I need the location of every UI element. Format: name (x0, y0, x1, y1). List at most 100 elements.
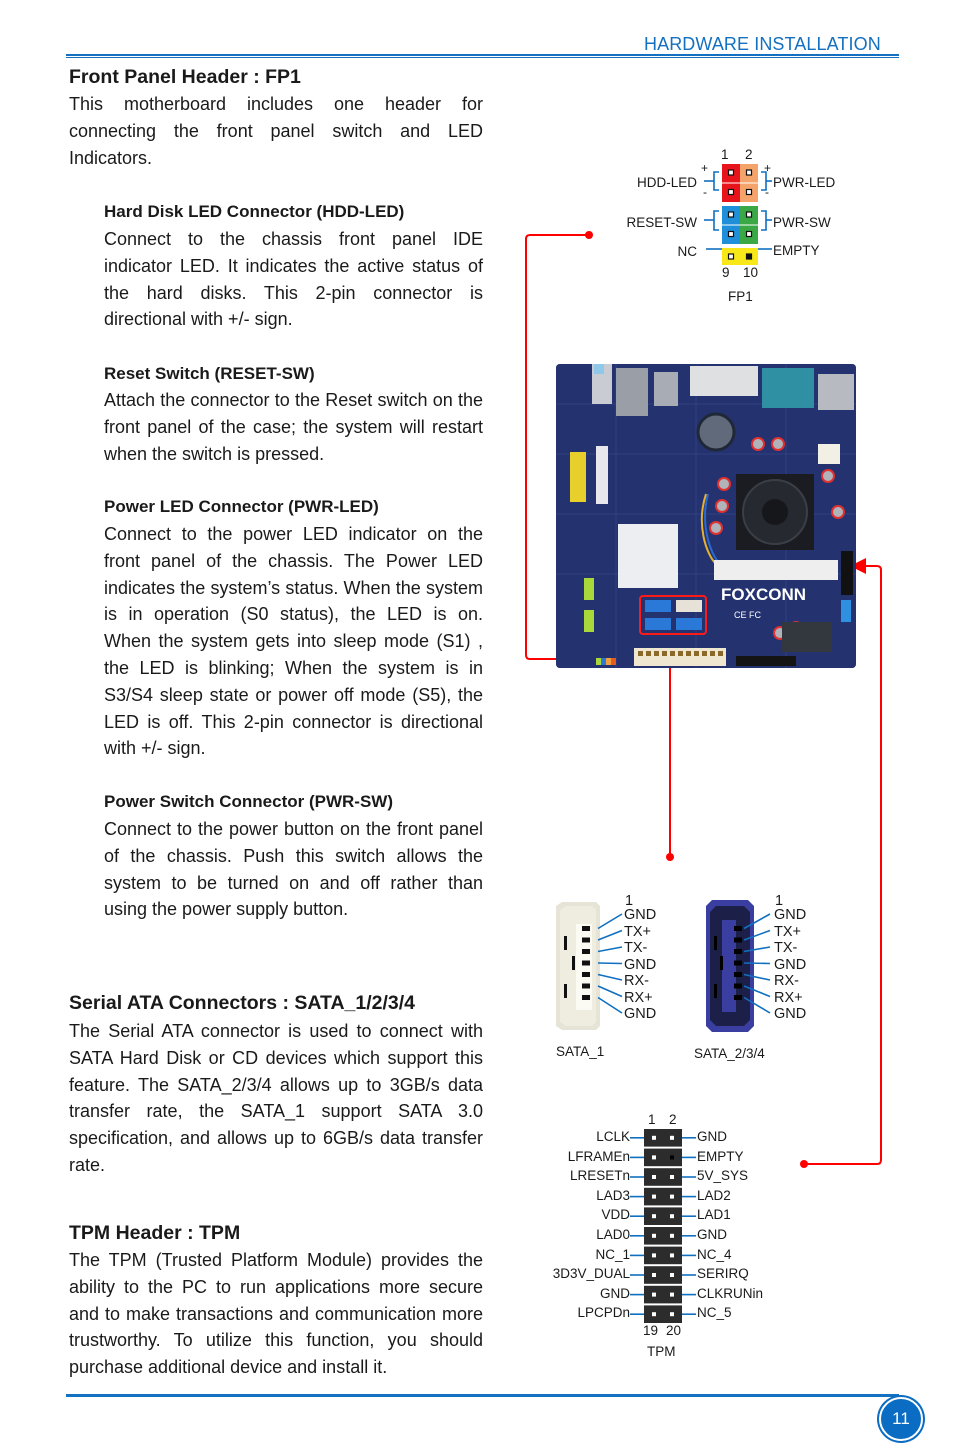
tpm-pin-row (644, 1227, 682, 1245)
tpm-right-pin-label: LAD1 (697, 1207, 731, 1223)
tpm-pin (652, 1135, 656, 1140)
tpm-empty-pin (670, 1155, 674, 1160)
sata-contact (582, 995, 590, 1000)
tpm-right-pin-label: LAD2 (697, 1187, 731, 1203)
tpm-pin-2: 2 (669, 1112, 677, 1127)
tpm-left-labels: LCLK LFRAMEn LRESETn LAD3 VDD LAD0 NC_1 3D3V_DU… (520, 1127, 630, 1323)
tpm-right-pin-label: 5V_SYS (697, 1168, 749, 1184)
tpm-pin-row (644, 1246, 682, 1265)
tpm-diagram-name: TPM (647, 1344, 676, 1359)
tpm-left-pin-label: LFRAMEn (567, 1148, 630, 1164)
fp1-empty-pin (745, 253, 753, 260)
fp1-header-graphic (704, 164, 772, 265)
sata-contact (582, 937, 590, 943)
atx-24pin-connector (634, 648, 726, 666)
cert-label: CE FC (734, 610, 762, 620)
sata1-connector-graphic (556, 902, 623, 1030)
dvi-port (690, 366, 758, 396)
fp1-bracket (761, 171, 767, 191)
tpm-left-pin-label: LPCPDn (577, 1305, 630, 1321)
fp1-pin (727, 211, 735, 218)
fp1-pin (727, 188, 735, 196)
fp1-label-pwr-led: PWR-LED (773, 175, 836, 190)
sata-contact (582, 983, 590, 989)
tpm-pin-row (644, 1285, 682, 1304)
sata1-pin-label: RX+ (624, 989, 653, 1006)
sata234-pin-label: GND (774, 956, 807, 973)
board-sata-2 (645, 600, 671, 612)
tpm-right-pin-label: CLKRUNin (697, 1285, 764, 1301)
sata234-pin-label: GND (774, 907, 807, 923)
sata-contact (734, 926, 742, 931)
fp1-pin (727, 253, 735, 260)
tpm-pin (652, 1194, 656, 1199)
tpm-pin-row (644, 1207, 682, 1225)
tpm-pin (652, 1273, 656, 1277)
sata-pointer-dot (666, 853, 674, 861)
board-fp1-header (596, 658, 616, 665)
sata1-name: SATA_1 (556, 1044, 605, 1059)
sata234-connector-graphic (706, 900, 771, 1032)
lan-port (616, 368, 648, 416)
sata-lead (743, 962, 771, 965)
fp1-label-hdd-led: HDD-LED (636, 175, 697, 190)
sata1-pin-label: GND (624, 1006, 657, 1022)
tpm-right-pin-label: GND (697, 1129, 727, 1144)
fp1-label-pwr-sw: PWR-SW (773, 215, 831, 230)
tpm-pin (652, 1175, 656, 1179)
sata1-pin-list: GND TX+ TX- GND RX- RX+ GND (624, 907, 656, 1023)
tpm-header-graphic (630, 1129, 696, 1323)
fp1-pointer-dot (585, 231, 593, 239)
tpm-pin-1: 1 (648, 1112, 656, 1127)
board-sata-1 (676, 600, 702, 612)
cmos-battery (696, 412, 736, 452)
fp1-pin-10: 10 (743, 265, 759, 280)
tpm-right-pin-label: GND (697, 1226, 727, 1242)
sata1-pin-label: RX- (624, 973, 649, 989)
serial-port (762, 368, 814, 408)
tpm-right-pin-label: EMPTY (697, 1148, 744, 1164)
tpm-pin-row (644, 1168, 682, 1186)
fp1-pin (745, 188, 753, 196)
sata234-pin-label: GND (774, 1006, 807, 1022)
tpm-pin-20: 20 (666, 1323, 682, 1338)
fp1-pin-9: 9 (722, 265, 730, 280)
sata-contact (582, 949, 590, 954)
chipset-heatsink (618, 524, 678, 588)
sata234-pin-label: TX- (774, 940, 798, 956)
tpm-pin-row (644, 1129, 682, 1147)
sata-contact (582, 960, 590, 966)
sata1-pin-label: GND (624, 907, 657, 923)
usb-port (654, 372, 678, 406)
board-sata-4 (676, 618, 702, 630)
tpm-pin (652, 1292, 656, 1297)
tpm-pin-row (644, 1187, 682, 1206)
tpm-pin (652, 1233, 656, 1238)
tpm-left-pin-label: VDD (601, 1207, 630, 1223)
sata1-pin-label: GND (624, 956, 657, 973)
footer-rule (66, 1394, 899, 1397)
tpm-right-pin-label: NC_5 (697, 1305, 732, 1321)
tpm-left-pin-label: 3D3V_DUAL (552, 1266, 630, 1282)
tpm-left-pin-label: GND (600, 1285, 630, 1301)
sata-contact (734, 937, 742, 943)
motherboard-image: FOXCONN CE FC (556, 364, 856, 668)
sata-contact (734, 960, 742, 966)
board-tpm-header (841, 551, 853, 595)
tpm-right-pin-label: SERIRQ (697, 1266, 749, 1282)
fp1-pin (745, 211, 753, 218)
fp1-pin (745, 169, 753, 176)
fp1-bracket (761, 210, 767, 231)
sata-lead (597, 962, 623, 965)
fp1-bracket (713, 210, 719, 231)
sata1-pin-label: TX- (624, 940, 648, 956)
tpm-pin (652, 1214, 656, 1219)
sata-contact (734, 983, 742, 989)
atx-12v-connector (818, 444, 840, 464)
page-number-badge: 11 (879, 1397, 923, 1441)
tpm-pin (670, 1175, 674, 1179)
brand-label: FOXCONN (721, 585, 806, 604)
tpm-left-pin-label: LRESETn (569, 1168, 630, 1184)
tpm-pin (670, 1214, 674, 1219)
tpm-pin (652, 1253, 656, 1258)
